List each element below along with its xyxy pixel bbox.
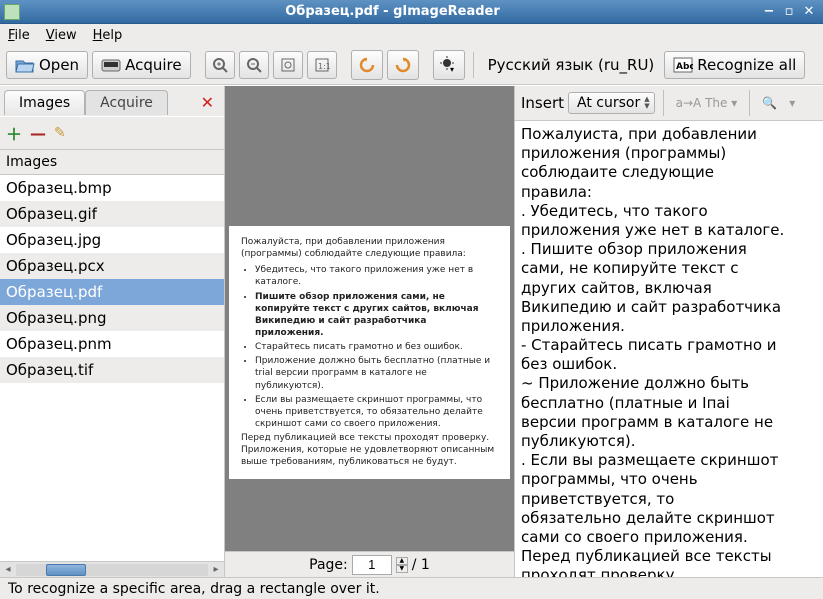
rotate-right-button[interactable]: [387, 50, 419, 80]
rotate-right-icon: [394, 56, 412, 74]
page-spinner[interactable]: ▲▼: [396, 557, 408, 573]
acquire-button[interactable]: Acquire: [92, 51, 191, 79]
preview-li5: Если вы размещаете скриншот программы, ч…: [255, 394, 498, 430]
brightness-button[interactable]: ▾: [433, 50, 465, 80]
zoom-in-icon: [212, 57, 228, 73]
recognize-all-label: Recognize all: [697, 56, 796, 74]
file-list[interactable]: Образец.bmpОбразец.gifОбразец.jpgОбразец…: [0, 175, 224, 561]
page-input[interactable]: [352, 555, 392, 575]
statusbar: To recognize a specific area, drag a rec…: [0, 577, 823, 599]
main-area: Images Acquire ✕ ＋ — ✎ Images Образец.bm…: [0, 85, 823, 577]
pager: Page: ▲▼ / 1: [225, 551, 514, 577]
file-item[interactable]: Образец.tif: [0, 357, 224, 383]
close-button[interactable]: ✕: [799, 3, 819, 21]
open-label: Open: [39, 56, 79, 74]
app-icon: [4, 4, 20, 20]
preview-intro: Пожалуйста, при добавлении приложения (п…: [241, 236, 498, 260]
preview-li2: Пишите обзор приложения сами, не копируй…: [255, 291, 498, 340]
svg-text:Abc: Abc: [676, 62, 693, 72]
scroll-track[interactable]: [16, 564, 208, 576]
output-more-button[interactable]: ▾: [785, 96, 799, 110]
output-toolbar: Insert At cursor ▲▼ a→A The ▾ 🔍 ▾: [515, 86, 823, 121]
main-toolbar: Open Acquire 1:1 ▾ Русский язык (ru_RU) …: [0, 46, 823, 85]
file-item[interactable]: Образец.pdf: [0, 279, 224, 305]
menu-view[interactable]: View: [46, 28, 77, 43]
language-label[interactable]: Русский язык (ru_RU): [482, 56, 661, 74]
insert-mode-combo[interactable]: At cursor ▲▼: [568, 92, 655, 114]
svg-text:▾: ▾: [450, 65, 454, 74]
close-sidebar-button[interactable]: ✕: [195, 93, 220, 112]
output-find-button[interactable]: 🔍: [758, 96, 781, 110]
page-preview: Пожалуйста, при добавлении приложения (п…: [229, 226, 510, 479]
file-item[interactable]: Образец.pnm: [0, 331, 224, 357]
minimize-button[interactable]: −: [759, 3, 779, 21]
file-item[interactable]: Образец.bmp: [0, 175, 224, 201]
recognize-all-button[interactable]: Abc Recognize all: [664, 51, 805, 79]
menu-file[interactable]: File: [8, 28, 30, 43]
file-item[interactable]: Образец.jpg: [0, 227, 224, 253]
insert-mode-value: At cursor: [577, 95, 640, 111]
rotate-left-icon: [358, 56, 376, 74]
maximize-button[interactable]: ▫: [779, 3, 799, 21]
zoom-out-button[interactable]: [239, 51, 269, 79]
zoom-in-button[interactable]: [205, 51, 235, 79]
sidebar-hscroll[interactable]: ◂ ▸: [0, 561, 224, 577]
preview-li1: Убедитесь, что такого приложения уже нет…: [255, 264, 498, 288]
folder-open-icon: [15, 57, 35, 73]
sidebar-tabs: Images Acquire ✕: [0, 86, 224, 116]
acquire-label: Acquire: [125, 56, 182, 74]
sidebar-header: Images: [0, 149, 224, 175]
viewer-canvas[interactable]: Пожалуйста, при добавлении приложения (п…: [225, 86, 514, 551]
insert-label: Insert: [521, 94, 564, 112]
zoom-fit-button[interactable]: [273, 51, 303, 79]
recognize-icon: Abc: [673, 57, 693, 73]
scroll-thumb[interactable]: [46, 564, 86, 576]
zoom-original-icon: 1:1: [314, 57, 330, 73]
add-image-button[interactable]: ＋: [6, 121, 22, 145]
tab-images[interactable]: Images: [4, 90, 85, 115]
page-label: Page:: [309, 557, 348, 573]
open-button[interactable]: Open: [6, 51, 88, 79]
preview-li4: Приложение должно быть бесплатно (платны…: [255, 355, 498, 391]
the-dropdown[interactable]: a→A The ▾: [672, 96, 742, 110]
file-item[interactable]: Образец.pcx: [0, 253, 224, 279]
preview-li3: Старайтесь писать грамотно и без ошибок.: [255, 341, 498, 353]
scroll-left-arrow[interactable]: ◂: [0, 564, 16, 575]
remove-image-button[interactable]: —: [30, 124, 46, 143]
output-text[interactable]: Пожалуиста, при добавлении приложения (п…: [515, 121, 823, 577]
tab-acquire[interactable]: Acquire: [85, 90, 168, 115]
menubar: File View Help: [0, 24, 823, 46]
titlebar: Образец.pdf - gImageReader − ▫ ✕: [0, 0, 823, 24]
sidebar-tools: ＋ — ✎: [0, 116, 224, 149]
page-total: / 1: [412, 557, 430, 573]
file-item[interactable]: Образец.gif: [0, 201, 224, 227]
menu-help[interactable]: Help: [93, 28, 123, 43]
scroll-right-arrow[interactable]: ▸: [208, 564, 224, 575]
status-hint: To recognize a specific area, drag a rec…: [8, 581, 380, 597]
sidebar: Images Acquire ✕ ＋ — ✎ Images Образец.bm…: [0, 86, 225, 577]
scanner-icon: [101, 57, 121, 73]
clear-images-button[interactable]: ✎: [54, 125, 66, 141]
brightness-icon: ▾: [440, 56, 458, 74]
rotate-left-button[interactable]: [351, 50, 383, 80]
preview-outro: Перед публикацией все тексты проходят пр…: [241, 432, 498, 468]
zoom-original-button[interactable]: 1:1: [307, 51, 337, 79]
output-pane: Insert At cursor ▲▼ a→A The ▾ 🔍 ▾ Пожалу…: [514, 86, 823, 577]
window-title: Образец.pdf - gImageReader: [26, 4, 759, 19]
svg-text:1:1: 1:1: [318, 62, 330, 71]
zoom-out-icon: [246, 57, 262, 73]
file-item[interactable]: Образец.png: [0, 305, 224, 331]
document-viewer: Пожалуйста, при добавлении приложения (п…: [225, 86, 514, 577]
zoom-fit-icon: [280, 57, 296, 73]
